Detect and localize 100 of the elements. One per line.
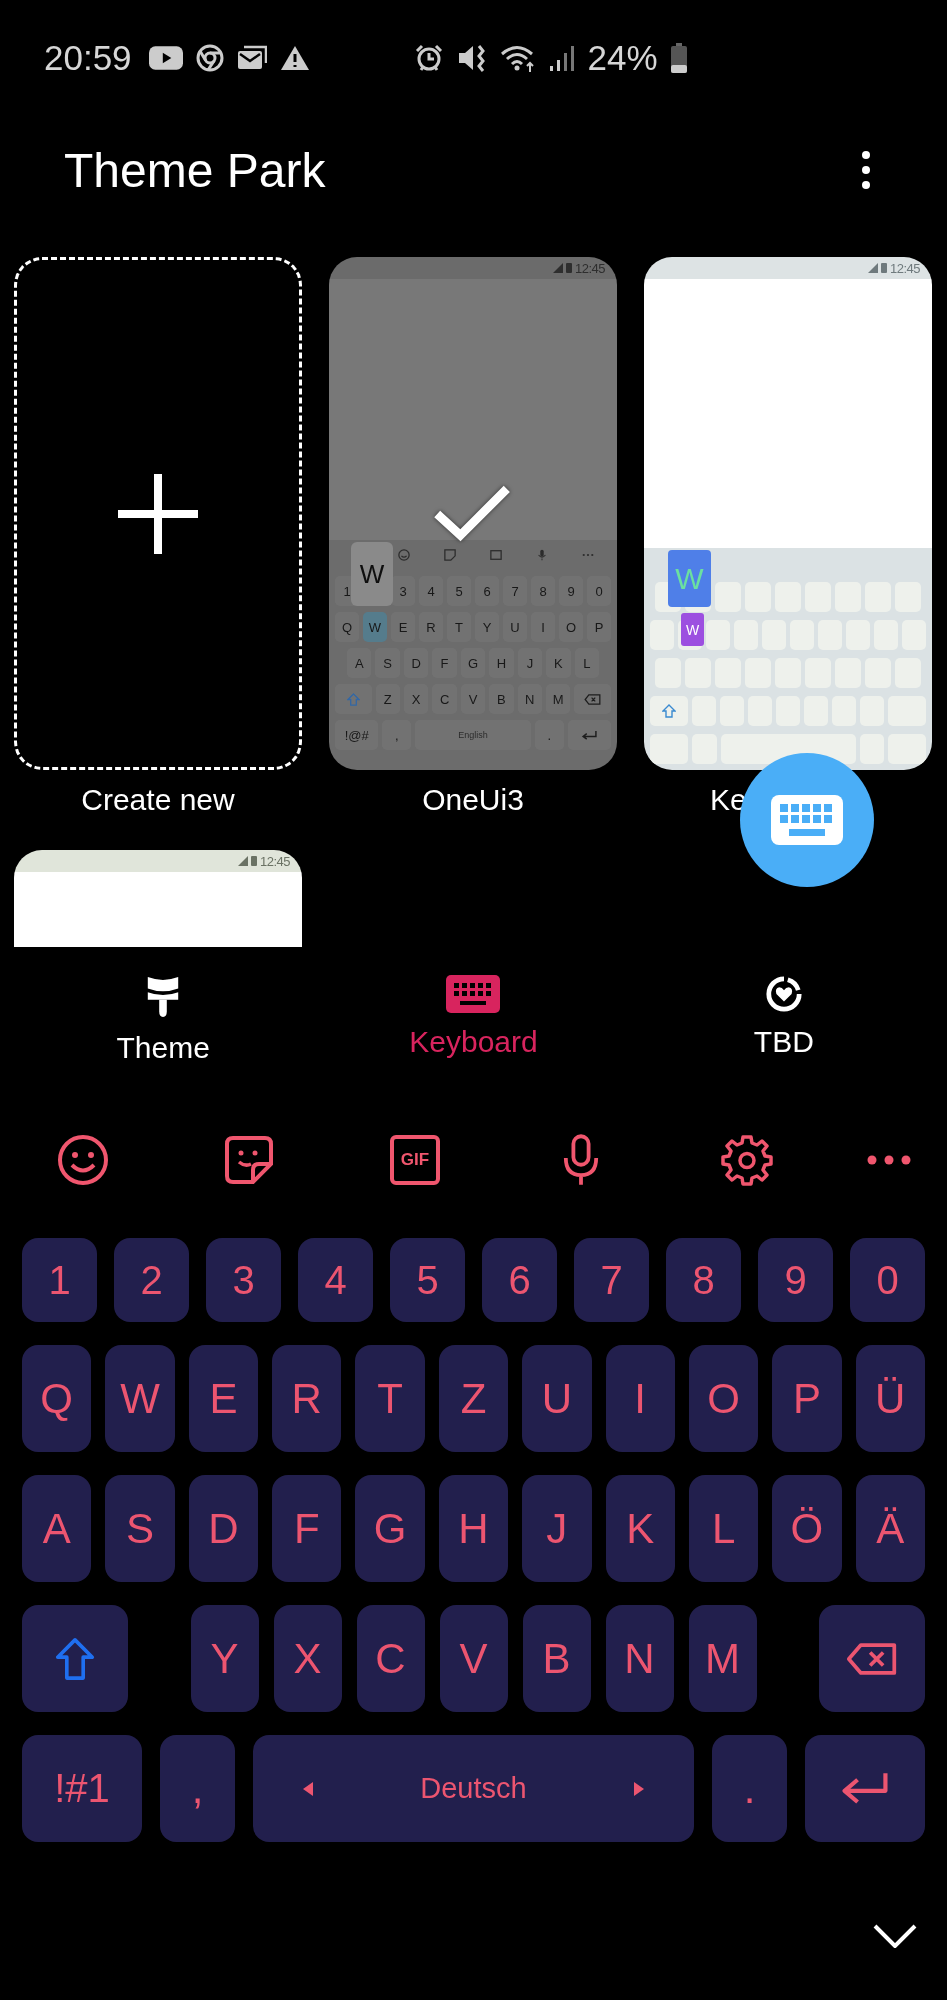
key[interactable]: Deutsch xyxy=(253,1735,694,1842)
key[interactable]: E xyxy=(188,1345,259,1452)
key[interactable]: V xyxy=(439,1605,508,1712)
key[interactable]: N xyxy=(605,1605,674,1712)
key-popup: W xyxy=(351,542,393,606)
battery-icon xyxy=(565,263,572,273)
mini-key: F xyxy=(432,648,457,678)
key[interactable]: 7 xyxy=(574,1238,649,1322)
mini-key: Y xyxy=(475,612,499,642)
mini-key: . xyxy=(534,720,564,750)
heart-circle-icon xyxy=(764,975,803,1013)
key[interactable]: 5 xyxy=(390,1238,465,1322)
mini-key: W xyxy=(363,612,387,642)
backspace-icon xyxy=(846,1641,898,1676)
key[interactable]: 6 xyxy=(482,1238,557,1322)
key[interactable]: , xyxy=(160,1735,235,1842)
key[interactable]: Q xyxy=(22,1345,92,1452)
mini-key: G xyxy=(460,648,486,678)
key[interactable]: B xyxy=(522,1605,591,1712)
key[interactable]: L xyxy=(688,1475,759,1582)
mini-key xyxy=(887,734,926,764)
key[interactable] xyxy=(805,1735,925,1842)
key[interactable]: P xyxy=(772,1345,842,1452)
key[interactable]: 4 xyxy=(298,1238,373,1322)
nav-tab[interactable]: TBD xyxy=(628,947,939,1090)
key[interactable]: T xyxy=(355,1345,425,1452)
key[interactable]: 0 xyxy=(850,1238,925,1322)
mini-key: 4 xyxy=(419,576,443,606)
key[interactable]: 2 xyxy=(114,1238,189,1322)
mini-key: C xyxy=(432,684,457,714)
key[interactable]: M xyxy=(688,1605,757,1712)
create-theme-card[interactable] xyxy=(14,257,302,770)
settings-icon[interactable] xyxy=(721,1134,773,1186)
key-popup: W xyxy=(668,550,711,607)
battery-percent: 24% xyxy=(587,38,658,78)
browser-icon xyxy=(195,44,224,72)
key[interactable]: U xyxy=(522,1345,592,1452)
key[interactable]: F xyxy=(272,1475,342,1582)
mini-key: English xyxy=(415,720,531,750)
gif-button[interactable]: GIF xyxy=(390,1135,440,1185)
shift-icon xyxy=(346,692,360,706)
mini-key: 3 xyxy=(391,576,415,606)
key[interactable]: 9 xyxy=(758,1238,833,1322)
mini-key: 8 xyxy=(531,576,555,606)
microphone-icon[interactable] xyxy=(562,1133,600,1187)
mini-key: E xyxy=(391,612,415,642)
key[interactable]: Ü xyxy=(855,1345,925,1452)
backspace-icon xyxy=(584,693,602,705)
app-title: Theme Park xyxy=(64,142,326,198)
mini-key: 7 xyxy=(503,576,527,606)
key[interactable]: Ä xyxy=(855,1475,925,1582)
key[interactable]: O xyxy=(688,1345,759,1452)
chevron-down-icon[interactable] xyxy=(873,1923,917,1948)
mini-key: 0 xyxy=(587,576,611,606)
key[interactable]: D xyxy=(188,1475,259,1582)
smiley-icon[interactable] xyxy=(57,1134,109,1186)
key[interactable]: I xyxy=(605,1345,675,1452)
microphone-icon xyxy=(536,549,548,561)
mini-key: Z xyxy=(375,684,400,714)
key[interactable]: 8 xyxy=(666,1238,741,1322)
key[interactable]: K xyxy=(605,1475,675,1582)
key[interactable] xyxy=(819,1605,925,1712)
mini-key: L xyxy=(574,648,599,678)
key[interactable]: . xyxy=(712,1735,787,1842)
battery-icon xyxy=(880,263,887,273)
mini-key: S xyxy=(375,648,400,678)
key[interactable]: A xyxy=(22,1475,92,1582)
key[interactable] xyxy=(22,1605,128,1712)
key[interactable]: J xyxy=(522,1475,592,1582)
key[interactable]: X xyxy=(273,1605,342,1712)
nav-tab[interactable]: Theme xyxy=(8,947,319,1090)
key[interactable]: G xyxy=(355,1475,425,1582)
mini-key: R xyxy=(419,612,443,642)
shift-icon xyxy=(55,1636,95,1681)
key[interactable]: Y xyxy=(190,1605,259,1712)
key[interactable]: R xyxy=(272,1345,342,1452)
mini-key: J xyxy=(517,648,543,678)
sticker-icon xyxy=(444,549,456,561)
key[interactable]: !#1 xyxy=(22,1735,142,1842)
key[interactable]: C xyxy=(356,1605,425,1712)
mini-key xyxy=(650,734,689,764)
sticker-icon[interactable] xyxy=(223,1134,275,1186)
more-menu-icon[interactable] xyxy=(861,150,871,190)
mini-key: 5 xyxy=(447,576,471,606)
key[interactable]: Ö xyxy=(772,1475,842,1582)
key[interactable]: S xyxy=(105,1475,175,1582)
left-arrow-icon xyxy=(303,1781,313,1796)
key[interactable]: H xyxy=(438,1475,509,1582)
more-icon[interactable] xyxy=(866,1155,911,1165)
shift-icon xyxy=(662,704,677,718)
key[interactable]: Z xyxy=(438,1345,509,1452)
battery-icon xyxy=(250,856,257,866)
nav-tab[interactable]: Keyboard xyxy=(318,947,629,1090)
keyboard-icon xyxy=(446,975,501,1013)
key[interactable]: 3 xyxy=(206,1238,281,1322)
right-arrow-icon xyxy=(634,1781,644,1796)
mini-key: N xyxy=(517,684,542,714)
key[interactable]: 1 xyxy=(22,1238,97,1322)
key[interactable]: W xyxy=(105,1345,175,1452)
mini-key: X xyxy=(404,684,429,714)
